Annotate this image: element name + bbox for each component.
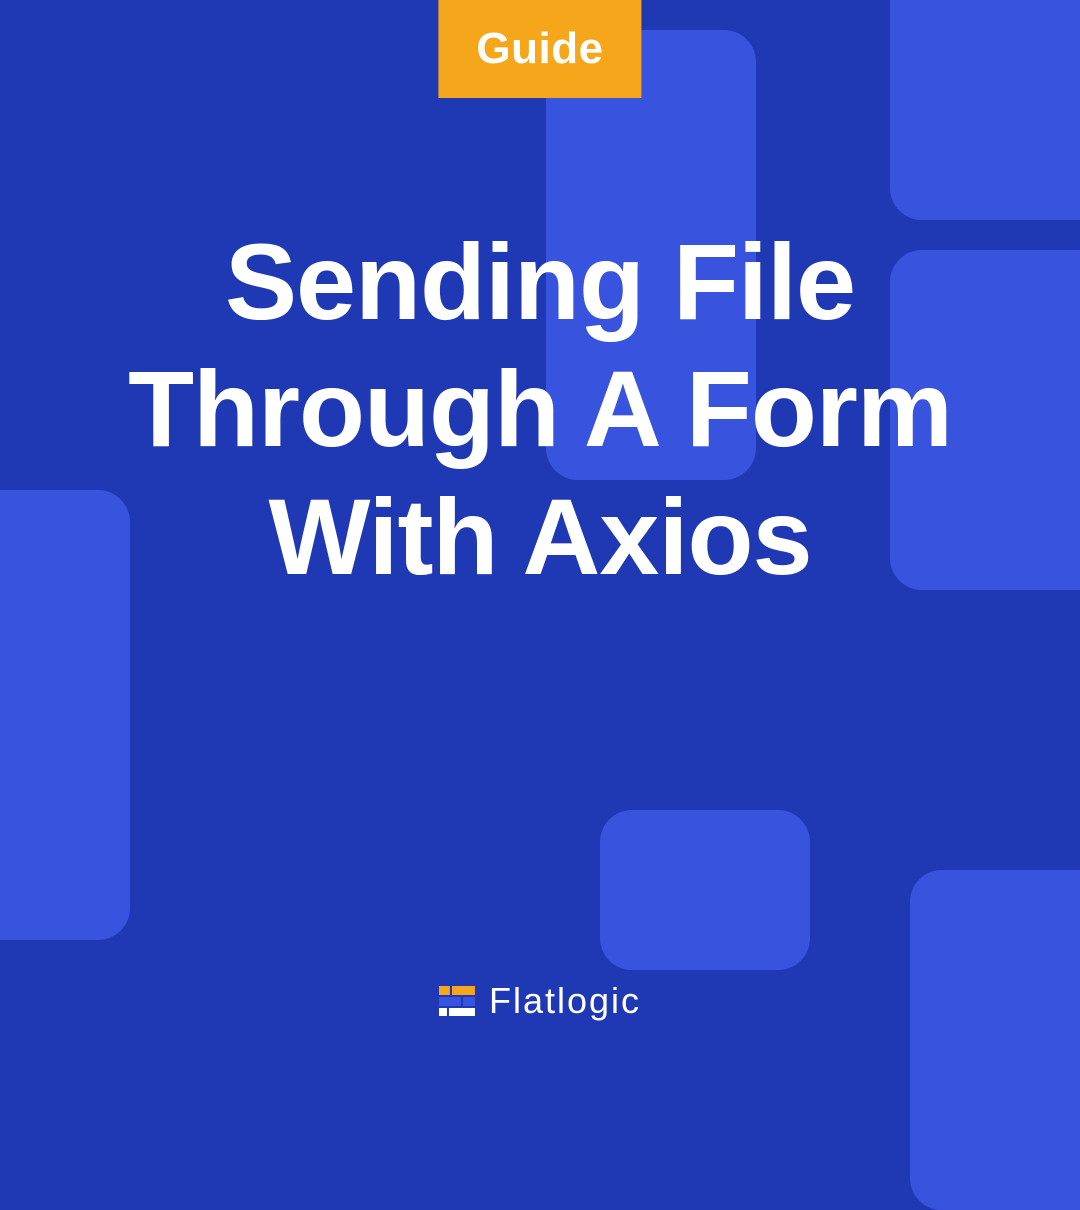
- category-badge: Guide: [438, 0, 641, 98]
- main-title: Sending File Through A Form With Axios: [80, 218, 1000, 600]
- brand-logo: Flatlogic: [439, 980, 641, 1022]
- background-shape: [600, 810, 810, 970]
- flatlogic-icon: [439, 986, 475, 1016]
- brand-name: Flatlogic: [489, 980, 641, 1022]
- background-shape: [890, 0, 1080, 220]
- category-badge-label: Guide: [476, 24, 603, 73]
- background-shape: [910, 870, 1080, 1210]
